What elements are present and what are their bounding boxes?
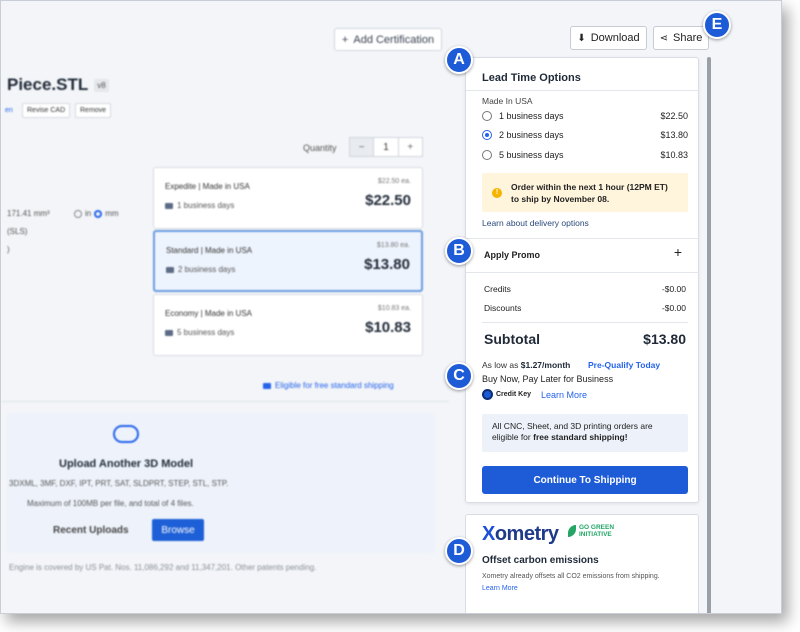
extra-text: )	[7, 245, 10, 254]
unit-toggle[interactable]: in mm	[74, 209, 119, 218]
radio-selected-icon[interactable]	[482, 130, 492, 140]
browse-button[interactable]: Browse	[152, 519, 204, 541]
prequalify-link[interactable]: Pre-Qualify Today	[588, 360, 660, 370]
recent-uploads-button[interactable]: Recent Uploads	[53, 525, 129, 536]
credit-key-learn-more[interactable]: Learn More	[541, 390, 587, 400]
price-card-standard[interactable]: Standard | Made in USA 2 business days $…	[153, 230, 423, 292]
unit-in-radio[interactable]	[74, 209, 82, 218]
cloud-upload-icon	[113, 425, 139, 443]
radio-icon[interactable]	[482, 150, 492, 160]
patent-note: Engine is covered by US Pat. Nos. 11,086…	[9, 563, 317, 572]
warning-icon: !	[492, 187, 502, 198]
divider	[1, 401, 449, 402]
continue-to-shipping-button[interactable]: Continue To Shipping	[482, 466, 688, 494]
remove-button[interactable]: Remove	[75, 103, 112, 118]
credits-row: Credits -$0.00	[484, 284, 686, 294]
upload-title: Upload Another 3D Model	[59, 458, 194, 470]
decrement-button[interactable]: −	[350, 138, 374, 156]
marker-c: C	[445, 362, 473, 390]
free-shipping-link[interactable]: Eligible for free standard shipping	[263, 381, 394, 390]
xometry-logo: Xometry	[482, 523, 559, 545]
learn-delivery-link[interactable]: Learn about delivery options	[482, 218, 589, 228]
financing-text: As low as $1.27/month	[482, 360, 571, 370]
quantity-label: Quantity	[303, 143, 337, 153]
marker-b: B	[445, 237, 473, 265]
divider	[466, 90, 700, 91]
go-green-badge: GO GREEN INITIATIVE	[568, 524, 614, 538]
open-link[interactable]: en	[1, 103, 17, 118]
download-button[interactable]: ⬇ Download	[570, 26, 647, 50]
made-in-label: Made In USA	[482, 96, 533, 106]
offset-title: Offset carbon emissions	[482, 555, 599, 566]
discounts-row: Discounts -$0.00	[484, 303, 686, 313]
share-icon: ⋖	[659, 32, 669, 44]
marker-e: E	[703, 11, 731, 39]
volume-text: 171.41 mm³	[7, 209, 50, 218]
truck-icon	[166, 266, 174, 273]
revise-cad-button[interactable]: Revise CAD	[22, 103, 71, 118]
app-frame: + Add Certification Piece.STL v8 en Revi…	[0, 0, 782, 614]
free-shipping-note: All CNC, Sheet, and 3D printing orders a…	[482, 414, 688, 452]
quantity-stepper[interactable]: − 1 +	[349, 137, 423, 157]
lead-option-2-days[interactable]: 2 business days $13.80	[482, 128, 688, 142]
truck-icon	[263, 382, 271, 389]
credit-key-icon	[482, 389, 493, 400]
left-pane: + Add Certification Piece.STL v8 en Revi…	[1, 1, 449, 613]
divider	[466, 238, 700, 239]
bnpl-text: Buy Now, Pay Later for Business	[482, 374, 614, 384]
upload-formats: 3DXML, 3MF, DXF, IPT, PRT, SAT, SLDPRT, …	[9, 479, 229, 488]
offset-description: Xometry already offsets all CO2 emission…	[482, 573, 660, 580]
price-card-expedite[interactable]: Expedite | Made in USA 1 business days $…	[153, 167, 423, 229]
quantity-input[interactable]: 1	[373, 138, 399, 156]
lead-time-panel: Lead Time Options Made In USA 1 business…	[465, 57, 700, 503]
truck-icon	[165, 329, 173, 336]
credit-key-logo: Credit Key	[482, 389, 531, 400]
scrollbar[interactable]	[707, 57, 711, 613]
ship-deadline-notice: ! Order within the next 1 hour (12PM ET)…	[482, 173, 688, 212]
upload-limit: Maximum of 100MB per file, and total of …	[27, 499, 194, 508]
lead-time-title: Lead Time Options	[482, 72, 581, 84]
marker-a: A	[445, 46, 473, 74]
version-badge: v8	[94, 78, 109, 92]
plus-icon[interactable]: +	[674, 244, 682, 260]
share-button[interactable]: ⋖ Share	[653, 26, 709, 50]
price-card-economy[interactable]: Economy | Made in USA 5 business days $1…	[153, 294, 423, 356]
go-green-panel: Xometry GO GREEN INITIATIVE Offset carbo…	[465, 514, 699, 613]
leaf-icon	[568, 525, 576, 537]
increment-button[interactable]: +	[399, 138, 422, 156]
radio-icon[interactable]	[482, 111, 492, 121]
subtotal-row: Subtotal $13.80	[484, 331, 686, 347]
plus-icon: +	[341, 33, 349, 46]
offset-learn-more[interactable]: Learn More	[482, 585, 518, 592]
marker-d: D	[445, 537, 473, 565]
truck-icon	[165, 202, 173, 209]
process-text: (SLS)	[7, 227, 28, 236]
lead-option-5-days[interactable]: 5 business days $10.83	[482, 148, 688, 162]
file-title: Piece.STL v8	[7, 75, 109, 95]
lead-option-1-day[interactable]: 1 business days $22.50	[482, 109, 688, 123]
apply-promo-toggle[interactable]: Apply Promo	[484, 250, 540, 260]
divider	[466, 272, 700, 273]
unit-mm-radio[interactable]	[94, 209, 103, 218]
add-certification-button[interactable]: + Add Certification	[334, 28, 442, 51]
download-icon: ⬇	[577, 32, 586, 44]
divider	[482, 322, 688, 323]
